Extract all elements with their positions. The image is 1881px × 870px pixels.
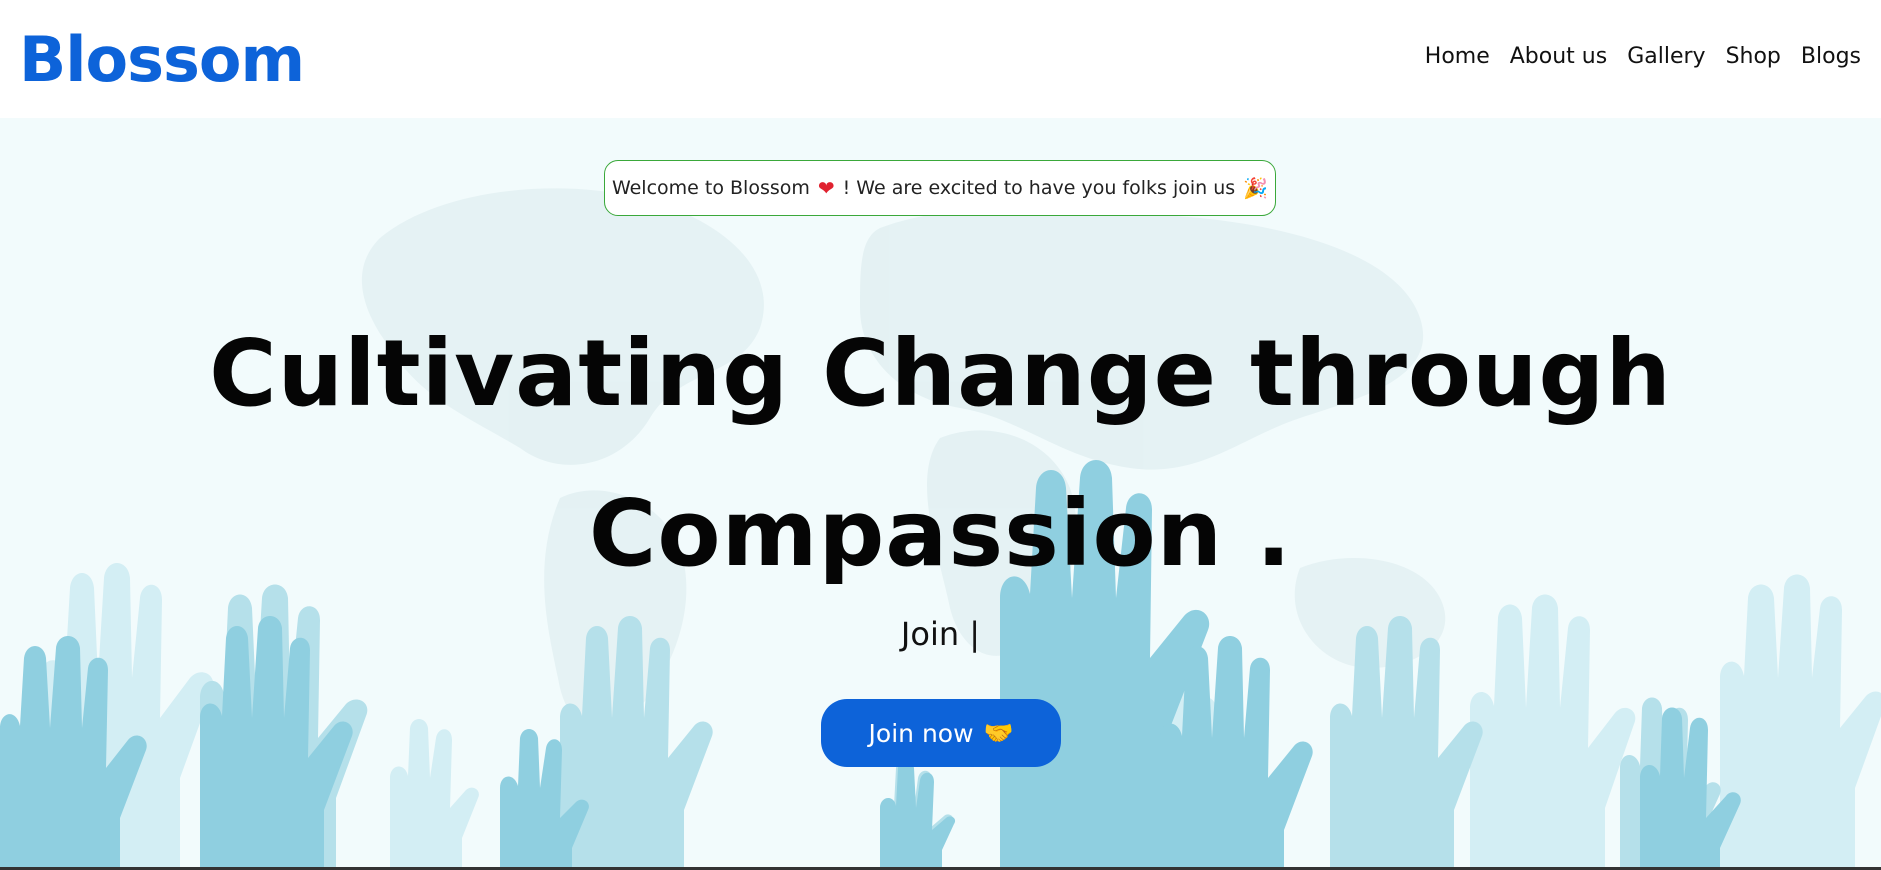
headline-line-1: Cultivating Change through	[209, 320, 1672, 427]
welcome-text-before: Welcome to Blossom	[611, 177, 810, 199]
handshake-icon: 🤝	[983, 719, 1014, 747]
hero-section: Welcome to Blossom ❤ ! We are excited to…	[0, 118, 1881, 870]
nav-links: Home About us Gallery Shop Blogs	[1425, 42, 1861, 72]
party-popper-icon: 🎉	[1243, 176, 1269, 200]
headline-line-2: Compassion .	[588, 480, 1293, 587]
nav-link-shop[interactable]: Shop	[1726, 42, 1781, 72]
nav-link-about-us[interactable]: About us	[1510, 42, 1607, 72]
brand-logo[interactable]: Blossom	[19, 22, 305, 98]
nav-link-gallery[interactable]: Gallery	[1627, 42, 1705, 72]
join-now-button[interactable]: Join now 🤝	[821, 699, 1061, 767]
navbar: Blossom Home About us Gallery Shop Blogs	[0, 0, 1881, 118]
nav-link-blogs[interactable]: Blogs	[1801, 42, 1861, 72]
hero-headline: Cultivating Change through Compassion .	[0, 294, 1881, 614]
welcome-text-after: ! We are excited to have you folks join …	[842, 177, 1236, 199]
heart-icon: ❤	[817, 176, 835, 200]
welcome-banner: Welcome to Blossom ❤ ! We are excited to…	[604, 160, 1276, 216]
nav-link-home[interactable]: Home	[1425, 42, 1490, 72]
join-now-label: Join now	[868, 718, 974, 748]
typewriter-text: Join |	[900, 615, 981, 653]
